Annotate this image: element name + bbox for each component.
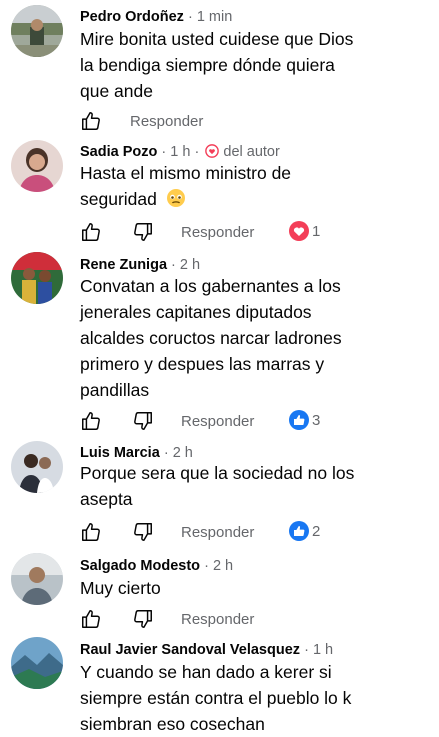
avatar[interactable]	[11, 553, 63, 605]
comment-time[interactable]: 2 h	[173, 445, 193, 461]
comment-text-line: seguridad	[80, 186, 430, 212]
comment-text: Hasta el mismo ministro de seguridad	[80, 160, 430, 212]
avatar-photo	[11, 252, 63, 304]
love-reaction-icon	[289, 221, 309, 241]
comment-actions: Responder 1	[80, 221, 430, 245]
author-name[interactable]: Raul Javier Sandoval Velasquez	[80, 642, 300, 658]
separator: ·	[163, 445, 169, 461]
reaction-count: 2	[312, 522, 321, 540]
comment-text-line: que ande	[80, 81, 153, 101]
comment-text-line: Mire bonita usted cuidese que Dios	[80, 29, 354, 49]
thumbs-down-icon[interactable]	[132, 521, 154, 543]
thumbs-up-icon[interactable]	[80, 221, 102, 243]
comment-text-line: siempre están contra el pueblo lo k	[80, 688, 352, 708]
avatar[interactable]	[11, 637, 63, 689]
avatar[interactable]	[11, 140, 63, 192]
comment-time[interactable]: 1 h	[170, 144, 190, 160]
comment: Raul Javier Sandoval Velasquez · 1 h Y c…	[0, 637, 439, 734]
comment-actions: Responder 3	[80, 410, 430, 434]
comment-text: Mire bonita usted cuidese que Dios la be…	[80, 26, 430, 104]
comment-actions: Responder	[80, 110, 430, 134]
separator: ·	[161, 144, 167, 160]
comment-text-line: primero y despues las marras y	[80, 354, 325, 374]
comment-text-line: alcaldes coructos narcar ladrones	[80, 328, 342, 348]
author-name[interactable]: Pedro Ordoñez	[80, 9, 184, 25]
comment-header: Rene Zuniga · 2 h	[80, 256, 200, 274]
author-name[interactable]: Sadia Pozo	[80, 144, 157, 160]
comment-actions: Responder 2	[80, 521, 430, 545]
comment-text-line: Muy cierto	[80, 578, 161, 598]
comment-header: Pedro Ordoñez · 1 min	[80, 8, 232, 26]
reaction-summary[interactable]: 3	[289, 410, 320, 432]
comment-text-line: Y cuando se han dado a kerer si	[80, 662, 332, 682]
separator: ·	[304, 642, 309, 658]
comment-header: Sadia Pozo · 1 h · del autor	[80, 143, 280, 161]
separator: ·	[194, 144, 200, 160]
comment-header: Salgado Modesto · 2 h	[80, 557, 233, 575]
comment-time[interactable]: 1 min	[197, 9, 232, 25]
avatar-photo	[11, 553, 63, 605]
like-reaction-icon	[289, 410, 309, 430]
reply-button[interactable]: Responder	[181, 413, 254, 430]
thumbs-down-icon[interactable]	[132, 221, 154, 243]
author-name[interactable]: Rene Zuniga	[80, 257, 167, 273]
comment-text: Muy cierto	[80, 575, 430, 601]
reply-button[interactable]: Responder	[181, 524, 254, 541]
comment: Sadia Pozo · 1 h · del autor Hasta el mi…	[0, 140, 439, 252]
comment-text-line: la bendiga siempre dónde quiera	[80, 55, 335, 75]
comment-time[interactable]: 2 h	[213, 558, 233, 574]
comment-time[interactable]: 1 h	[313, 642, 333, 658]
avatar-photo	[11, 5, 63, 57]
comment-time[interactable]: 2 h	[180, 257, 200, 273]
reply-button[interactable]: Responder	[181, 224, 254, 241]
thumbs-up-icon[interactable]	[80, 410, 102, 432]
thumbs-up-icon[interactable]	[80, 521, 102, 543]
avatar-photo	[11, 637, 63, 689]
comment: Salgado Modesto · 2 h Muy cierto Respond…	[0, 553, 439, 633]
avatar-photo	[11, 140, 63, 192]
heart-outline-icon	[205, 144, 220, 158]
avatar-photo	[11, 441, 63, 493]
comment-header: Raul Javier Sandoval Velasquez · 1 h	[80, 641, 333, 659]
separator: ·	[204, 558, 209, 574]
avatar[interactable]	[11, 441, 63, 493]
separator: ·	[171, 257, 176, 273]
reply-button[interactable]: Responder	[181, 611, 254, 628]
comment-text-line: Convatan a los gabernantes a los	[80, 276, 341, 296]
comment-text-line: asepta	[80, 489, 133, 509]
comment-actions: Responder	[80, 608, 430, 632]
comment-text: Porque sera que la sociedad no los asept…	[80, 460, 430, 512]
comment-text-line: Hasta el mismo ministro de	[80, 163, 292, 183]
avatar[interactable]	[11, 5, 63, 57]
reaction-summary[interactable]: 1	[289, 221, 320, 243]
comment: Rene Zuniga · 2 h Convatan a los gaberna…	[0, 252, 439, 436]
reaction-count: 1	[312, 222, 321, 240]
thumbs-up-icon[interactable]	[80, 110, 102, 132]
worried-face-emoji	[166, 189, 185, 207]
like-reaction-icon	[289, 521, 309, 541]
avatar[interactable]	[11, 252, 63, 304]
comment-text: Convatan a los gabernantes a los jeneral…	[80, 273, 430, 403]
reaction-count: 3	[312, 411, 321, 429]
comment-text-line: jenerales capitanes diputados	[80, 302, 312, 322]
comment-text-line: pandillas	[80, 380, 150, 400]
reply-button[interactable]: Responder	[130, 113, 203, 130]
comment-text-segment: seguridad	[80, 189, 157, 209]
thumbs-up-icon[interactable]	[80, 608, 102, 630]
thumbs-down-icon[interactable]	[132, 608, 154, 630]
author-name[interactable]: Luis Marcia	[80, 445, 160, 461]
comment-text-line: siembran eso cosechan	[80, 714, 265, 734]
author-badge: del autor	[223, 144, 280, 160]
thumbs-down-icon[interactable]	[132, 410, 154, 432]
comment-text-line: Porque sera que la sociedad no los	[80, 463, 355, 483]
comment-text: Y cuando se han dado a kerer si siempre …	[80, 659, 430, 737]
separator: ·	[187, 9, 193, 25]
author-name[interactable]: Salgado Modesto	[80, 558, 200, 574]
reaction-summary[interactable]: 2	[289, 521, 320, 543]
comment: Pedro Ordoñez · 1 min Mire bonita usted …	[0, 0, 439, 140]
comment: Luis Marcia · 2 h Porque sera que la soc…	[0, 441, 439, 546]
